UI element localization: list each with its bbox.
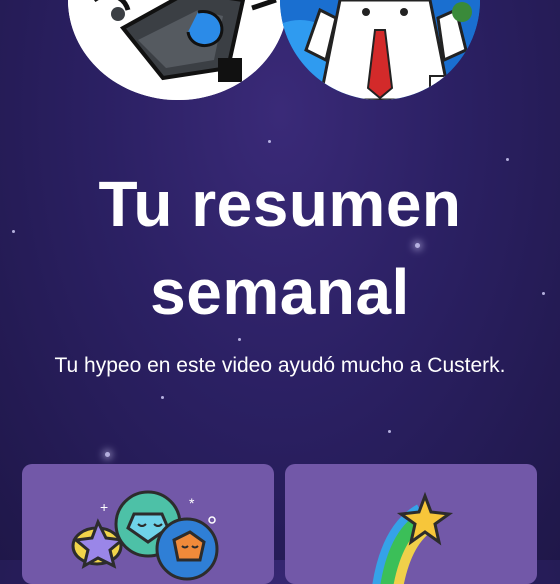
summary-card-left[interactable]: + * [22,464,274,584]
shooting-star-icon [372,491,454,584]
title-line-1: Tu resumen [98,168,462,240]
thumbs-up-character-icon [280,0,480,100]
svg-text:*: * [189,495,195,511]
svg-text:+: + [100,499,108,515]
star-decoration [161,396,164,399]
robot-avatar-icon [68,0,288,100]
star-decoration [388,430,391,433]
star-decoration [105,452,110,457]
creator-avatars [68,0,480,100]
title-line-2: semanal [150,256,410,328]
summary-message: Tu hypeo en este video ayudó mucho a Cus… [54,354,506,377]
star-decoration [238,338,241,341]
gem-friends-icon: + * [71,490,219,581]
page-title: Tu resumen semanal [0,160,560,336]
summary-card-right[interactable] [285,464,537,584]
star-decoration [268,140,271,143]
